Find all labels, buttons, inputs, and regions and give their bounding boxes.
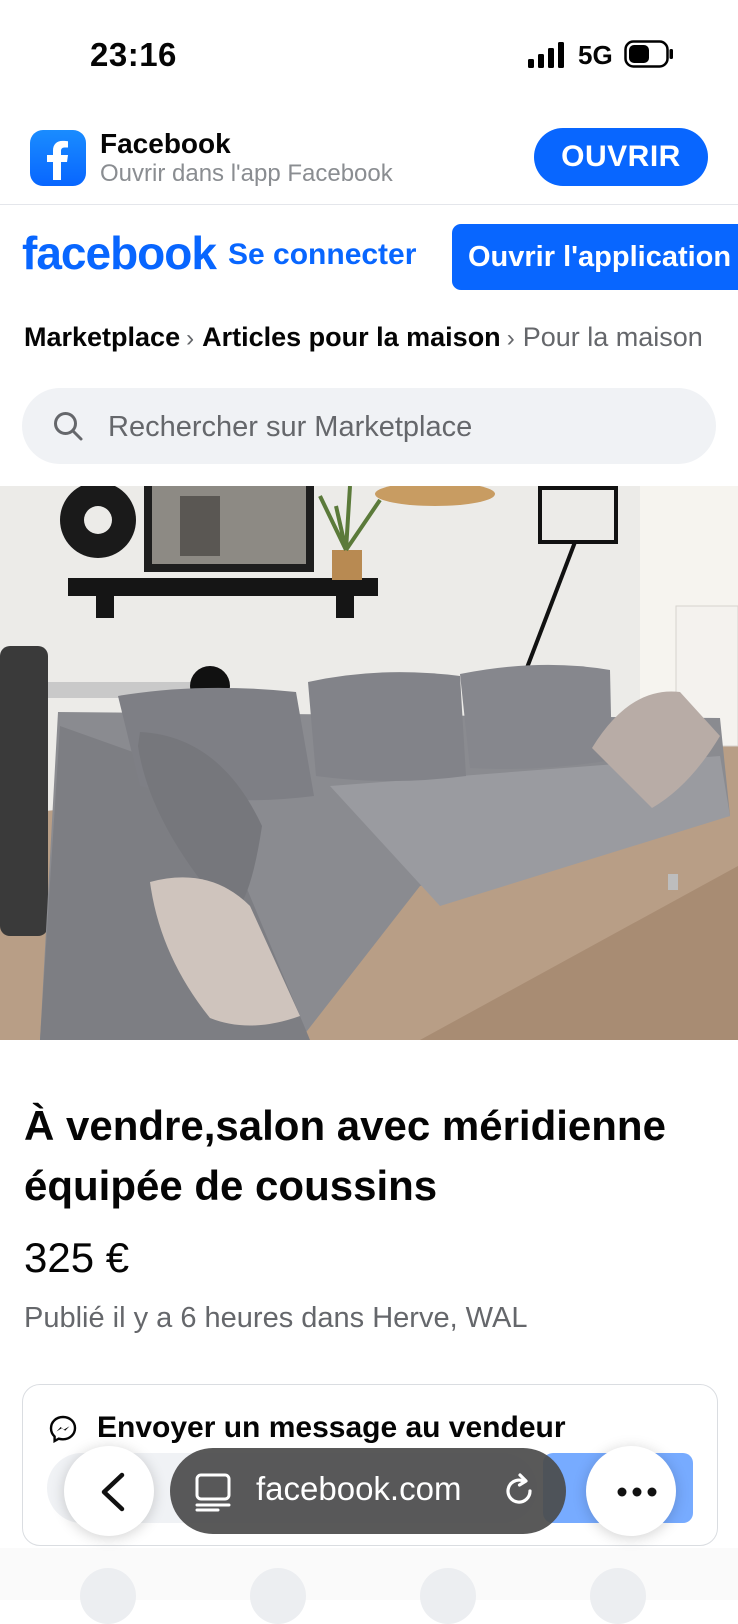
- search-icon: [54, 412, 83, 441]
- address-bar[interactable]: facebook.com: [170, 1448, 566, 1534]
- action-icon[interactable]: [590, 1568, 646, 1624]
- network-type: 5G: [578, 40, 613, 70]
- search-bar[interactable]: [22, 388, 716, 466]
- reload-icon[interactable]: [500, 1472, 538, 1510]
- more-options-button[interactable]: [586, 1446, 676, 1536]
- search-input[interactable]: [106, 388, 690, 466]
- clock: 23:16: [90, 36, 177, 73]
- open-app-button[interactable]: OUVRIR: [534, 128, 708, 186]
- chevron-left-icon: [101, 1472, 125, 1512]
- breadcrumb-current[interactable]: Pour la maison: [523, 322, 703, 352]
- listing-title: À vendre,salon avec méridienne équipée d…: [24, 1102, 666, 1209]
- action-icon[interactable]: [80, 1568, 136, 1624]
- messenger-icon: [49, 1415, 77, 1443]
- chevron-right-icon: ›: [506, 325, 515, 352]
- login-link[interactable]: Se connecter: [224, 238, 417, 272]
- breadcrumb-marketplace[interactable]: Marketplace: [24, 322, 180, 352]
- listing-posted-info: Publié il y a 6 heures dans Herve, WAL: [24, 1302, 528, 1334]
- battery-icon: [624, 40, 673, 68]
- page-menu-icon: [195, 1473, 231, 1512]
- breadcrumb: Marketplace › Articles pour la maison › Pour…: [24, 322, 738, 362]
- back-button[interactable]: [64, 1446, 154, 1536]
- listing-photo[interactable]: [0, 486, 738, 1040]
- facebook-app-icon: [30, 130, 86, 186]
- breadcrumb-household[interactable]: Articles pour la maison: [202, 322, 501, 352]
- banner-app-name: Facebook: [100, 128, 231, 159]
- chevron-right-icon: ›: [186, 325, 195, 352]
- action-icon[interactable]: [420, 1568, 476, 1624]
- action-icon[interactable]: [250, 1568, 306, 1624]
- banner-subtitle: Ouvrir dans l'app Facebook: [100, 160, 393, 187]
- listing-price: 325 €: [24, 1234, 130, 1281]
- url-text: facebook.com: [256, 1470, 462, 1507]
- site-header: facebook Se connecter Ouvrir l'applicati…: [0, 204, 738, 304]
- sofa-image: [0, 486, 738, 1040]
- ellipsis-icon: [617, 1487, 657, 1497]
- message-card-title: Envoyer un message au vendeur: [97, 1411, 566, 1444]
- app-banner: Facebook Ouvrir dans l'app Facebook OUVR…: [0, 110, 738, 205]
- open-application-button[interactable]: Ouvrir l'application: [452, 224, 738, 290]
- facebook-logo[interactable]: facebook: [22, 226, 217, 280]
- status-bar: 23:16 5G: [0, 0, 738, 110]
- signal-icon: [528, 42, 564, 68]
